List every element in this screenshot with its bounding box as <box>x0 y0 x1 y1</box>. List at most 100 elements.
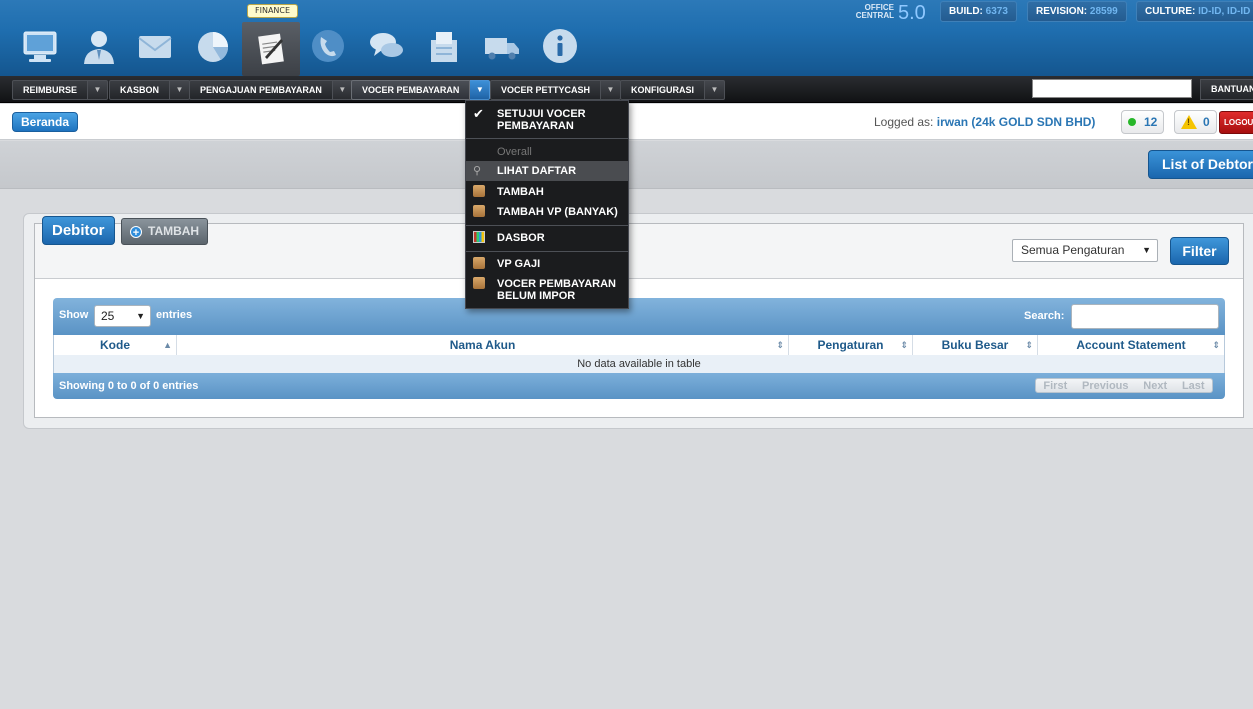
mail-icon[interactable] <box>133 24 177 68</box>
brand-version: 5.0 <box>898 2 926 24</box>
menu-section-label: Overall <box>497 146 532 158</box>
menu-divider <box>466 138 628 139</box>
nav-label[interactable]: KASBON <box>109 80 171 100</box>
sort-icon: ⇕ <box>776 340 784 350</box>
logout-button[interactable]: LOGOUT <box>1219 111 1253 134</box>
column-buku-besar[interactable]: Buku Besar ⇕ <box>913 335 1038 355</box>
column-label: Buku Besar <box>941 338 1009 352</box>
nav-label[interactable]: VOCER PEMBAYARAN <box>351 80 471 100</box>
culture-label: CULTURE: <box>1145 6 1196 17</box>
main-nav: REIMBURSE ▼ KASBON ▼ PENGAJUAN PEMBAYARA… <box>0 76 1253 103</box>
filter-button[interactable]: Filter <box>1170 237 1229 265</box>
nav-label[interactable]: VOCER PETTYCASH <box>490 80 602 100</box>
plus-icon: + <box>130 225 142 239</box>
menu-label: DASBOR <box>497 232 545 244</box>
pager-previous[interactable]: Previous <box>1082 380 1128 392</box>
column-account-statement[interactable]: Account Statement ⇕ <box>1038 335 1224 355</box>
inventory-icon[interactable] <box>422 24 466 68</box>
magnifier-icon: ⚲ <box>473 165 482 177</box>
page-length-value: 25 <box>101 309 115 323</box>
menu-item-unimported[interactable]: VOCER PEMBAYARAN BELUM IMPOR <box>466 277 628 303</box>
settings-filter-value: Semua Pengaturan <box>1021 243 1125 257</box>
vocer-pembayaran-menu: ✔ SETUJUI VOCER PEMBAYARAN Overall ⚲ LIH… <box>465 100 629 309</box>
warning-count: 0 <box>1203 115 1210 129</box>
search-label: Search: <box>1024 310 1065 322</box>
chart-icon <box>473 231 485 243</box>
list-of-debtors-button[interactable]: List of Debtors <box>1148 150 1253 179</box>
brand-name: OFFICE CENTRAL <box>855 3 894 20</box>
sort-icon: ⇕ <box>900 340 908 350</box>
chevron-down-icon[interactable]: ▼ <box>332 80 353 100</box>
menu-divider <box>466 225 628 226</box>
document-icon <box>473 185 485 197</box>
warning-icon: ! <box>1181 115 1197 129</box>
menu-label: LIHAT DAFTAR <box>497 165 577 177</box>
pager-first[interactable]: First <box>1043 380 1067 392</box>
help-button[interactable]: BANTUAN <box>1200 79 1253 100</box>
nav-label[interactable]: PENGAJUAN PEMBAYARAN <box>189 80 333 100</box>
online-users-badge[interactable]: 12 <box>1121 110 1165 134</box>
document-icon <box>473 257 485 269</box>
add-button[interactable]: + TAMBAH <box>121 218 209 245</box>
chevron-down-icon[interactable]: ▼ <box>88 80 109 100</box>
finance-icon[interactable] <box>242 22 300 76</box>
chevron-down-icon: ▼ <box>136 311 145 321</box>
nav-label[interactable]: REIMBURSE <box>12 80 89 100</box>
nav-reimburse[interactable]: REIMBURSE ▼ <box>12 80 109 100</box>
column-label: Pengaturan <box>817 338 884 352</box>
table-search-input[interactable] <box>1071 304 1219 329</box>
pie-chart-icon[interactable] <box>191 24 235 68</box>
pager-next[interactable]: Next <box>1143 380 1167 392</box>
document-icon <box>473 277 485 289</box>
truck-icon[interactable] <box>480 24 524 68</box>
logged-prefix: Logged as: <box>874 115 934 129</box>
menu-divider <box>466 251 628 252</box>
menu-label: VOCER PEMBAYARAN BELUM IMPOR <box>497 278 616 302</box>
menu-item-add-bulk[interactable]: TAMBAH VP (BANYAK) <box>466 205 628 219</box>
chevron-down-icon[interactable]: ▼ <box>601 80 622 100</box>
menu-label: TAMBAH <box>497 186 544 198</box>
nav-pengajuan-pembayaran[interactable]: PENGAJUAN PEMBAYARAN ▼ <box>189 80 353 100</box>
pager-last[interactable]: Last <box>1182 380 1205 392</box>
user-icon[interactable] <box>77 24 121 68</box>
chevron-down-icon[interactable]: ▼ <box>470 80 491 100</box>
menu-item-approve[interactable]: ✔ SETUJUI VOCER PEMBAYARAN <box>466 106 628 136</box>
online-count: 12 <box>1144 115 1158 129</box>
home-button[interactable]: Beranda <box>12 112 79 132</box>
nav-vocer-pettycash[interactable]: VOCER PETTYCASH ▼ <box>490 80 622 100</box>
column-kode[interactable]: Kode ▲ <box>54 335 177 355</box>
column-label: Nama Akun <box>449 338 516 352</box>
column-pengaturan[interactable]: Pengaturan ⇕ <box>789 335 913 355</box>
menu-label: TAMBAH VP (BANYAK) <box>497 206 618 218</box>
sort-icon: ⇕ <box>1025 340 1033 350</box>
menu-item-vp-salary[interactable]: VP GAJI <box>466 257 628 271</box>
chevron-down-icon[interactable]: ▼ <box>705 80 725 100</box>
chevron-down-icon[interactable]: ▼ <box>170 80 191 100</box>
monitor-icon[interactable] <box>18 24 62 68</box>
table-footer: Showing 0 to 0 of 0 entries First Previo… <box>53 373 1225 399</box>
sort-icon: ⇕ <box>1212 340 1220 350</box>
column-label: Kode <box>100 338 130 352</box>
nav-label[interactable]: KONFIGURASI <box>620 80 705 100</box>
menu-item-add[interactable]: TAMBAH <box>466 185 628 199</box>
menu-item-dashboard[interactable]: DASBOR <box>466 231 628 245</box>
column-nama-akun[interactable]: Nama Akun ⇕ <box>177 335 789 355</box>
revision-value: 28599 <box>1089 6 1118 17</box>
info-icon[interactable] <box>538 24 582 68</box>
logged-user[interactable]: irwan (24k GOLD SDN BHD) <box>937 115 1096 129</box>
revision-info: REVISION: 28599 <box>1027 1 1127 22</box>
warnings-badge[interactable]: ! 0 <box>1174 110 1217 134</box>
show-label: Show <box>59 309 89 321</box>
page-length-select[interactable]: 25 ▼ <box>94 305 151 327</box>
tab-debitor[interactable]: Debitor <box>42 216 115 245</box>
build-info: BUILD: 6373 <box>940 1 1017 22</box>
chat-icon[interactable] <box>364 24 408 68</box>
nav-vocer-pembayaran[interactable]: VOCER PEMBAYARAN ▼ <box>351 80 491 100</box>
check-icon: ✔ <box>473 106 484 121</box>
global-search-input[interactable] <box>1032 79 1192 98</box>
phone-icon[interactable] <box>306 24 350 68</box>
nav-kasbon[interactable]: KASBON ▼ <box>109 80 191 100</box>
menu-item-view-list[interactable]: ⚲ LIHAT DAFTAR <box>466 161 628 181</box>
settings-filter-select[interactable]: Semua Pengaturan ▼ <box>1012 239 1158 262</box>
nav-konfigurasi[interactable]: KONFIGURASI ▼ <box>620 80 725 100</box>
